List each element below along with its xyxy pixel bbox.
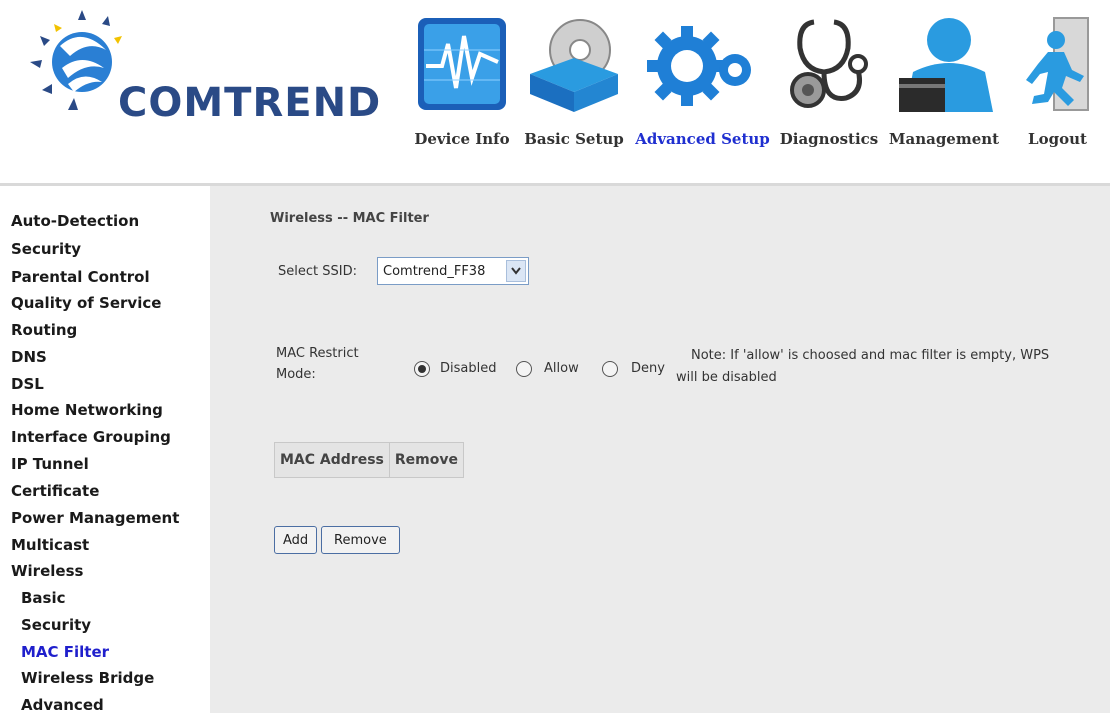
note-line1: Note: If 'allow' is choosed and mac filt…	[691, 348, 1050, 363]
radio-deny[interactable]	[602, 361, 618, 377]
header: COMTREND Device Info Basic Setup Advance…	[0, 0, 1110, 183]
nav-logout[interactable]: Logout	[1005, 0, 1110, 160]
table-header-row: MAC Address Remove	[274, 442, 464, 478]
logo-mark-icon	[30, 10, 122, 110]
sidebar-item-wireless[interactable]: Wireless	[11, 562, 83, 580]
sidebar-item-dns[interactable]: DNS	[11, 348, 47, 366]
sidebar-subitem-mac-filter[interactable]: MAC Filter	[21, 643, 109, 661]
sidebar-item-ip-tunnel[interactable]: IP Tunnel	[11, 455, 89, 473]
note-line2: will be disabled	[676, 370, 777, 385]
sidebar-item-multicast[interactable]: Multicast	[11, 536, 89, 554]
sidebar: Auto-Detection Security Parental Control…	[0, 190, 210, 714]
mac-address-table: MAC Address Remove	[274, 442, 464, 478]
sidebar-item-certificate[interactable]: Certificate	[11, 482, 99, 500]
logout-icon	[1025, 17, 1089, 111]
sidebar-item-routing[interactable]: Routing	[11, 321, 77, 339]
nav-diagnostics[interactable]: Diagnostics	[775, 0, 883, 160]
advanced-setup-icon	[646, 26, 751, 106]
basic-setup-icon	[530, 19, 618, 112]
ssid-label: Select SSID:	[278, 264, 357, 279]
brand-wordmark: COMTREND	[118, 80, 382, 126]
radio-deny-label: Deny	[631, 361, 665, 376]
sidebar-subitem-wireless-bridge[interactable]: Wireless Bridge	[21, 669, 154, 687]
nav-label: Logout	[1028, 130, 1087, 148]
sidebar-item-security[interactable]: Security	[11, 240, 81, 258]
nav-label: Advanced Setup	[635, 130, 770, 148]
sidebar-item-power-management[interactable]: Power Management	[11, 509, 179, 527]
sidebar-item-interface-grouping[interactable]: Interface Grouping	[11, 428, 171, 446]
mac-restrict-label-line1: MAC Restrict	[276, 346, 359, 361]
sidebar-item-dsl[interactable]: DSL	[11, 375, 44, 393]
radio-disabled-label: Disabled	[440, 361, 497, 376]
nav-advanced-setup[interactable]: Advanced Setup	[630, 0, 775, 160]
management-icon	[899, 18, 993, 112]
nav-label: Diagnostics	[779, 130, 879, 148]
ssid-select-value: Comtrend_FF38	[383, 263, 486, 279]
sidebar-item-parental-control[interactable]: Parental Control	[11, 268, 150, 286]
sidebar-subitem-basic[interactable]: Basic	[21, 589, 66, 607]
sidebar-item-home-networking[interactable]: Home Networking	[11, 401, 163, 419]
diagnostics-icon	[790, 19, 868, 108]
mac-restrict-label-line2: Mode:	[276, 367, 316, 382]
radio-allow[interactable]	[516, 361, 532, 377]
main-content: Wireless -- MAC Filter Select SSID: Comt…	[210, 186, 1110, 713]
sidebar-subitem-security[interactable]: Security	[21, 616, 91, 634]
radio-allow-label: Allow	[544, 361, 579, 376]
nav-device-info[interactable]: Device Info	[406, 0, 518, 160]
chevron-down-icon	[506, 260, 526, 282]
radio-disabled[interactable]	[414, 361, 430, 377]
sidebar-item-quality-of-service[interactable]: Quality of Service	[11, 294, 161, 312]
nav-basic-setup[interactable]: Basic Setup	[518, 0, 630, 160]
sidebar-item-auto-detection[interactable]: Auto-Detection	[11, 212, 139, 230]
nav-label: Basic Setup	[524, 130, 624, 148]
device-info-icon	[418, 18, 506, 110]
remove-button[interactable]: Remove	[321, 526, 400, 554]
column-header-remove: Remove	[388, 442, 464, 478]
sidebar-subitem-advanced[interactable]: Advanced	[21, 696, 104, 714]
nav-management[interactable]: Management	[883, 0, 1005, 160]
column-header-mac-address: MAC Address	[274, 442, 390, 478]
nav-label: Device Info	[414, 130, 510, 148]
ssid-select[interactable]: Comtrend_FF38	[377, 257, 529, 285]
page-title: Wireless -- MAC Filter	[270, 211, 429, 226]
nav-label: Management	[888, 130, 1000, 148]
add-button[interactable]: Add	[274, 526, 318, 554]
